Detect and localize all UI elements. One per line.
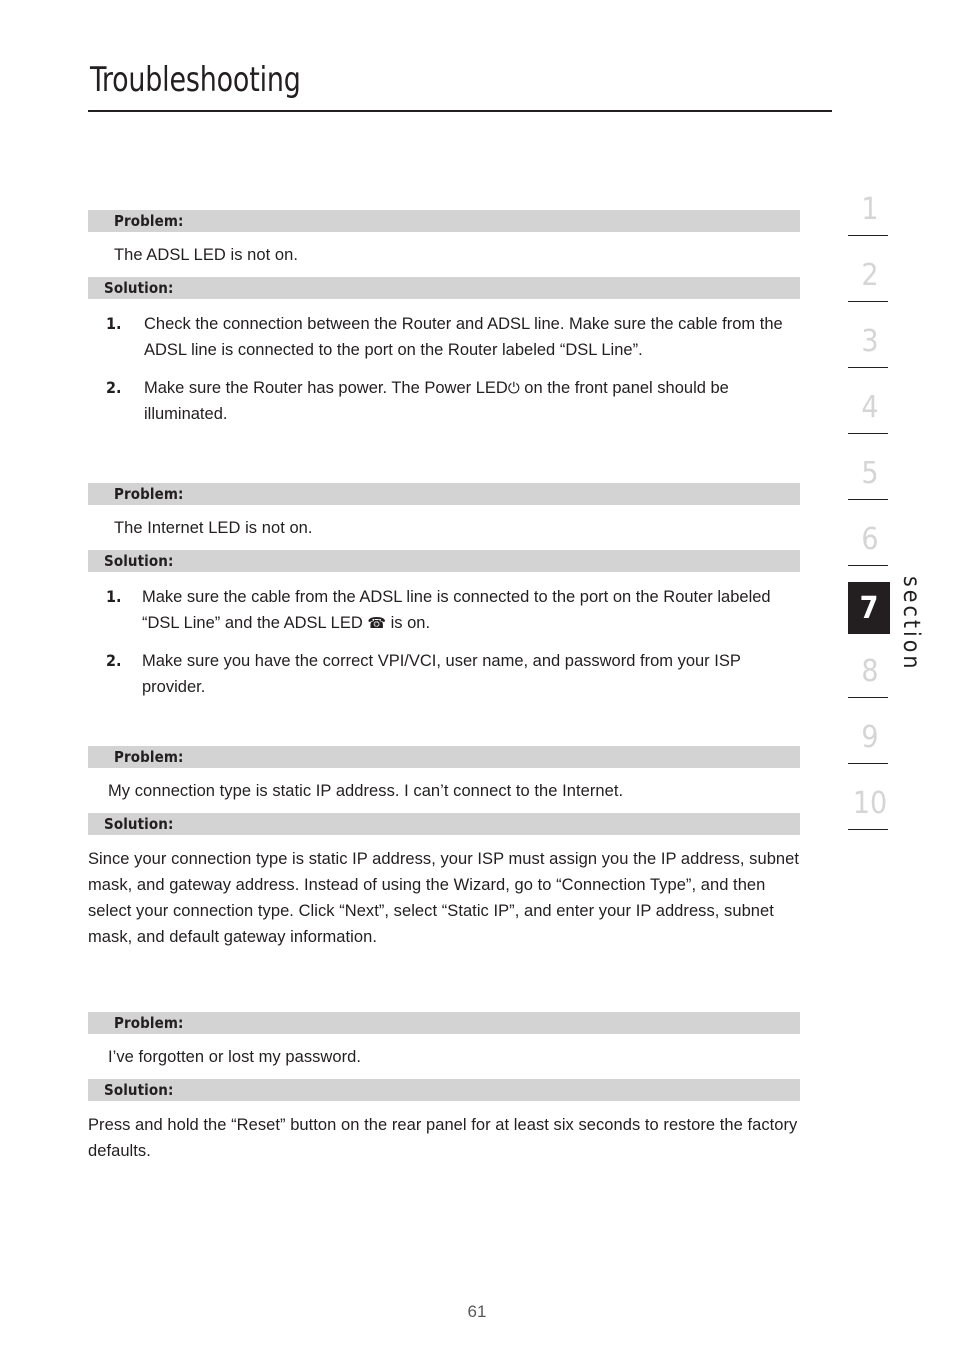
problem-band: Problem:: [88, 210, 800, 232]
section-tab-8[interactable]: 8: [843, 650, 897, 716]
power-icon: ⏻: [507, 379, 520, 397]
troubleshooting-content: Problem: The ADSL LED is not on. Solutio…: [88, 210, 800, 1164]
section-tab-3[interactable]: 3: [843, 320, 897, 386]
section-tab-1[interactable]: 1: [843, 188, 897, 254]
section-tab-2[interactable]: 2: [843, 254, 897, 320]
section-tab-divider: [848, 564, 888, 566]
section-tab-4[interactable]: 4: [843, 386, 897, 452]
troubleshooting-entry: Problem: I’ve forgotten or lost my passw…: [88, 1012, 800, 1164]
troubleshooting-entry: Problem: The ADSL LED is not on. Solutio…: [88, 210, 800, 427]
problem-band: Problem:: [88, 483, 800, 505]
section-tab-divider: [848, 762, 888, 764]
section-tab-number: 4: [861, 390, 879, 425]
problem-text: The ADSL LED is not on.: [114, 246, 298, 264]
section-tab-10[interactable]: 10: [843, 782, 897, 848]
section-tab-number: 6: [861, 522, 879, 557]
section-tab-divider: [848, 828, 888, 830]
section-tab-9[interactable]: 9: [843, 716, 897, 782]
section-tab-number: 5: [861, 456, 879, 491]
problem-text: I’ve forgotten or lost my password.: [108, 1048, 362, 1066]
solution-steps: 1. Check the connection between the Route…: [88, 299, 800, 427]
section-tab-number: 1: [861, 192, 879, 227]
section-tab-number: 9: [861, 720, 879, 755]
solution-band: Solution:: [88, 550, 800, 572]
solution-paragraph: Since your connection type is static IP …: [88, 850, 800, 946]
problem-text: The Internet LED is not on.: [114, 519, 313, 537]
list-item-text-after: is on.: [390, 614, 431, 632]
section-tab-6[interactable]: 6: [843, 518, 897, 584]
list-item: 2. Make sure you have the correct VPI/VCI…: [88, 648, 800, 700]
list-item-number: 1.: [106, 587, 122, 606]
section-tab-divider: [848, 696, 888, 698]
solution-band: Solution:: [88, 813, 800, 835]
page-title: Troubleshooting: [90, 60, 301, 100]
section-tab-divider: [848, 432, 888, 434]
list-item-text: Make sure you have the correct VPI/VCI, …: [142, 652, 741, 696]
section-tab-divider: [848, 300, 888, 302]
problem-band: Problem:: [88, 1012, 800, 1034]
section-tab-rail: 1 2 3 4 5 6 7 8 9 10: [843, 188, 897, 848]
list-item-text: Check the connection between the Router …: [144, 315, 783, 359]
list-item-number: 2.: [106, 651, 122, 670]
problem-band: Problem:: [88, 746, 800, 768]
list-item: 1. Check the connection between the Route…: [88, 311, 800, 363]
list-item-number: 1.: [106, 314, 122, 333]
section-tab-number: 2: [861, 258, 879, 293]
section-tab-number: 10: [852, 786, 888, 821]
solution-band: Solution:: [88, 277, 800, 299]
section-tab-number: 8: [861, 654, 879, 689]
telephone-icon: ☎: [367, 614, 387, 632]
problem-text: My connection type is static IP address.…: [108, 782, 624, 800]
section-tab-number: 7: [859, 591, 879, 626]
title-divider: [88, 110, 832, 112]
section-tab-divider: [848, 498, 888, 500]
section-tab-divider: [848, 234, 888, 236]
list-item-text-before: Make sure the Router has power. The Powe…: [144, 379, 508, 397]
list-item: 1. Make sure the cable from the ADSL line…: [88, 584, 800, 636]
list-item-text-before: Make sure the cable from the ADSL line i…: [142, 588, 771, 632]
troubleshooting-entry: Problem: The Internet LED is not on. Sol…: [88, 483, 800, 700]
solution-band: Solution:: [88, 1079, 800, 1101]
page-number: 61: [467, 1302, 487, 1321]
troubleshooting-entry: Problem: My connection type is static IP…: [88, 746, 800, 950]
list-item-number: 2.: [106, 378, 122, 397]
section-tab-5[interactable]: 5: [843, 452, 897, 518]
section-tab-number: 3: [861, 324, 879, 359]
solution-paragraph: Press and hold the “Reset” button on the…: [88, 1116, 798, 1160]
section-rail-label: section: [898, 576, 924, 672]
section-tab-7-active[interactable]: 7: [843, 582, 897, 650]
list-item: 2. Make sure the Router has power. The Po…: [88, 375, 800, 427]
solution-steps: 1. Make sure the cable from the ADSL line…: [88, 572, 800, 700]
section-tab-divider: [848, 366, 888, 368]
